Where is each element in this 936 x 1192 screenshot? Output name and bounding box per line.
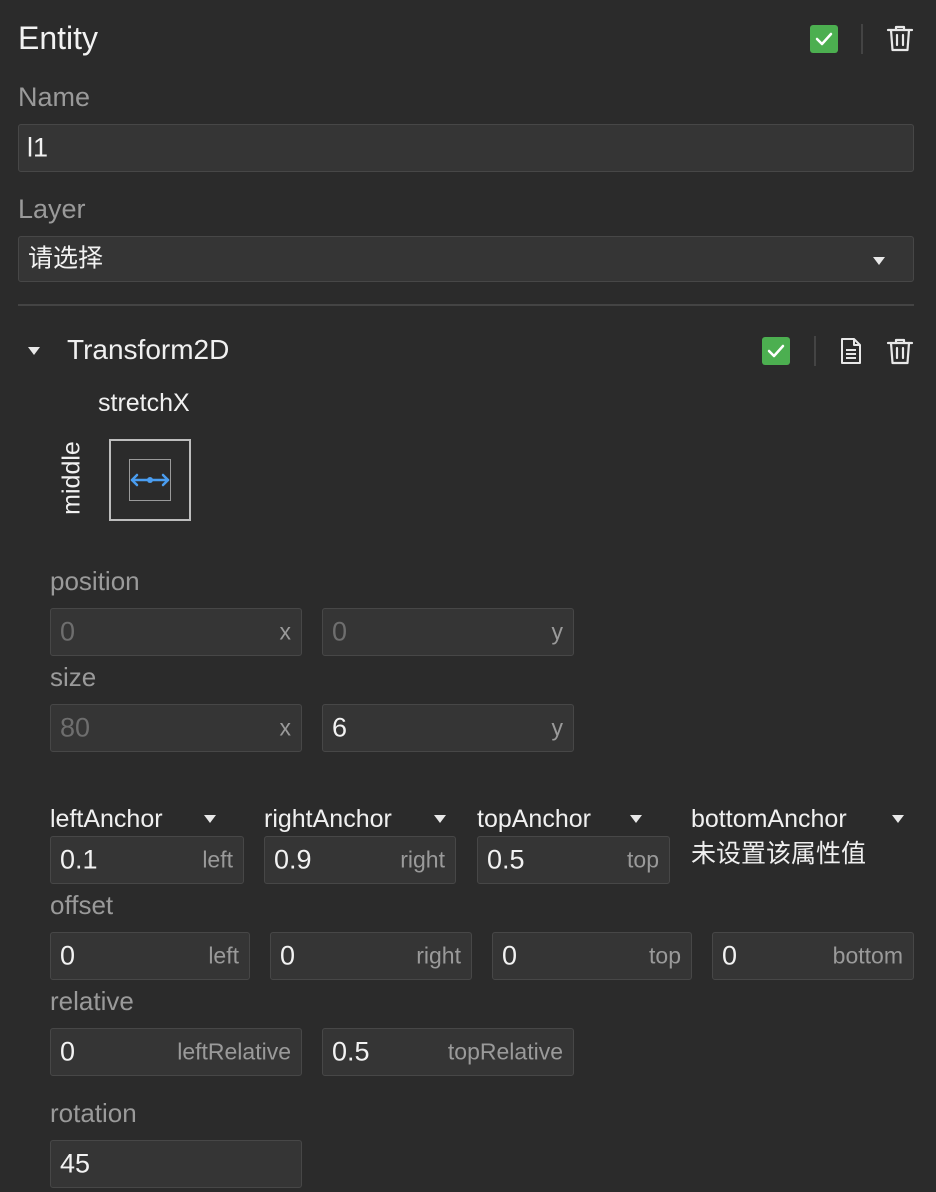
left-anchor-caret-icon[interactable] — [204, 815, 216, 823]
rotation-value: 45 — [60, 1148, 91, 1179]
top-anchor-value: 0.5 — [487, 844, 525, 875]
relative-top-value: 0.5 — [332, 1036, 370, 1067]
right-anchor-caret-icon[interactable] — [434, 815, 446, 823]
left-anchor-suffix: left — [202, 846, 233, 873]
checkbox-checked-icon — [815, 32, 833, 46]
name-value: l1 — [27, 132, 49, 163]
name-input[interactable]: l1 — [18, 124, 914, 172]
layer-label: Layer — [18, 194, 86, 224]
relative-left-input[interactable]: 0 leftRelative — [50, 1028, 302, 1076]
top-anchor-suffix: top — [627, 846, 659, 873]
offset-bottom-value: 0 — [722, 940, 738, 971]
right-anchor-label: rightAnchor — [264, 805, 392, 833]
size-x-value: 80 — [60, 712, 91, 743]
right-anchor-value: 0.9 — [274, 844, 312, 875]
transform-enabled-checkbox[interactable] — [762, 337, 790, 365]
stretch-label: stretchX — [98, 389, 190, 417]
entity-title: Entity — [18, 20, 99, 56]
file-icon[interactable] — [838, 336, 864, 366]
section-divider — [18, 304, 914, 306]
position-x-value: 0 — [60, 616, 76, 647]
position-y-suffix: y — [551, 618, 564, 645]
position-x-suffix: x — [279, 618, 292, 645]
offset-left-suffix: left — [208, 942, 239, 969]
anchor-preset-button[interactable] — [109, 439, 191, 521]
layer-select[interactable]: 请选择 — [18, 236, 914, 282]
collapse-caret-icon[interactable] — [28, 347, 40, 355]
caret-down-icon — [873, 257, 885, 265]
bottom-anchor-caret-icon[interactable] — [892, 815, 904, 823]
vertical-anchor-label: middle — [57, 441, 86, 515]
offset-right-suffix: right — [416, 942, 461, 969]
offset-top-value: 0 — [502, 940, 518, 971]
top-anchor-input[interactable]: 0.5 top — [477, 836, 670, 884]
right-anchor-input[interactable]: 0.9 right — [264, 836, 456, 884]
offset-bottom-suffix: bottom — [832, 942, 903, 969]
offset-top-suffix: top — [649, 942, 681, 969]
offset-right-input[interactable]: 0 right — [270, 932, 472, 980]
left-anchor-value: 0.1 — [60, 844, 98, 875]
top-anchor-caret-icon[interactable] — [630, 815, 642, 823]
rotation-input[interactable]: 45 — [50, 1140, 302, 1188]
bottom-anchor-label: bottomAnchor — [691, 805, 847, 833]
trash-icon[interactable] — [885, 23, 915, 53]
relative-top-suffix: topRelative — [447, 1038, 563, 1065]
left-anchor-input[interactable]: 0.1 left — [50, 836, 244, 884]
offset-label: offset — [50, 890, 114, 920]
relative-label: relative — [50, 986, 134, 1016]
left-anchor-label: leftAnchor — [50, 805, 163, 833]
transform-title: Transform2D — [67, 334, 230, 365]
position-y-value: 0 — [332, 616, 348, 647]
size-y-input[interactable]: 6 y — [322, 704, 574, 752]
offset-right-value: 0 — [280, 940, 296, 971]
offset-left-value: 0 — [60, 940, 76, 971]
size-label: size — [50, 662, 97, 692]
entity-enabled-checkbox[interactable] — [810, 25, 838, 53]
name-label: Name — [18, 82, 91, 112]
right-anchor-suffix: right — [400, 846, 445, 873]
checkbox-checked-icon — [767, 344, 785, 358]
relative-top-input[interactable]: 0.5 topRelative — [322, 1028, 574, 1076]
position-y-input[interactable]: 0 y — [322, 608, 574, 656]
trash-icon[interactable] — [885, 336, 915, 366]
stretch-x-icon — [130, 473, 170, 487]
layer-value: 请选择 — [28, 244, 104, 273]
position-label: position — [50, 566, 140, 596]
size-x-input[interactable]: 80 x — [50, 704, 302, 752]
position-x-input[interactable]: 0 x — [50, 608, 302, 656]
rotation-label: rotation — [50, 1098, 137, 1128]
offset-bottom-input[interactable]: 0 bottom — [712, 932, 914, 980]
bottom-anchor-unset-text: 未设置该属性值 — [691, 840, 867, 868]
size-y-suffix: y — [551, 714, 564, 741]
relative-left-value: 0 — [60, 1036, 76, 1067]
relative-left-suffix: leftRelative — [177, 1038, 291, 1065]
size-x-suffix: x — [279, 714, 292, 741]
size-y-value: 6 — [332, 712, 348, 743]
transform-divider — [814, 336, 816, 366]
offset-left-input[interactable]: 0 left — [50, 932, 250, 980]
offset-top-input[interactable]: 0 top — [492, 932, 692, 980]
top-anchor-label: topAnchor — [477, 805, 591, 833]
header-divider — [861, 24, 863, 54]
